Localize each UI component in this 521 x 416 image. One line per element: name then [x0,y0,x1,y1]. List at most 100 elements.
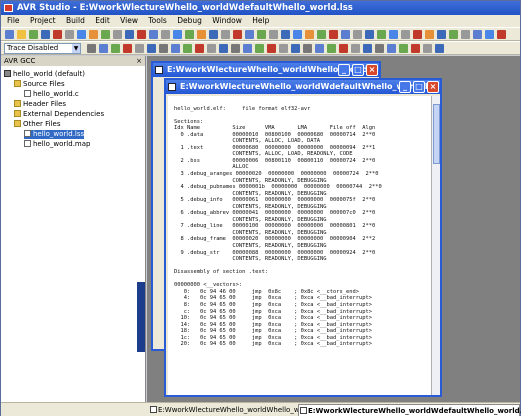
tree-item[interactable]: hello_world.c [24,90,79,99]
close-icon[interactable]: × [136,56,142,66]
debug-toolbar-icon[interactable] [291,44,300,53]
menu-build[interactable]: Build [62,15,89,27]
toolbar-icon[interactable] [413,30,422,39]
tab-hello-world-lss[interactable]: E:WworkWlectureWhello_worldWdefaultWhell… [298,404,521,416]
debug-toolbar-icon[interactable] [279,44,288,53]
menu-edit[interactable]: Edit [91,15,114,27]
debug-toolbar-icon[interactable] [171,44,180,53]
toolbar-icon[interactable] [461,30,470,39]
toolbar-icon[interactable] [233,30,242,39]
tree-item[interactable]: Source Files [14,80,65,89]
toolbar-icon[interactable] [365,30,374,39]
debug-toolbar-icon[interactable] [135,44,144,53]
close-button[interactable]: × [427,81,439,93]
debug-toolbar-icon[interactable] [363,44,372,53]
lss-text-area[interactable]: hello_world.elf: file format elf32-avr Se… [168,96,432,395]
debug-toolbar-icon[interactable] [423,44,432,53]
toolbar-icon[interactable] [425,30,434,39]
toolbar-icon[interactable] [29,30,38,39]
toolbar-icon[interactable] [17,30,26,39]
tree-item[interactable]: Other Files [14,120,60,129]
toolbar-icon[interactable] [317,30,326,39]
debug-toolbar-icon[interactable] [99,44,108,53]
debug-toolbar-icon[interactable] [219,44,228,53]
toolbar-icon[interactable] [485,30,494,39]
toolbar-icon[interactable] [341,30,350,39]
toolbar-icon[interactable] [245,30,254,39]
toolbar-icon[interactable] [185,30,194,39]
debug-toolbar-icon[interactable] [435,44,444,53]
toolbar-icon[interactable] [329,30,338,39]
toolbar-icon[interactable] [437,30,446,39]
debug-toolbar-icon[interactable] [399,44,408,53]
toolbar-icon[interactable] [113,30,122,39]
debug-toolbar-icon[interactable] [231,44,240,53]
minimize-button[interactable]: _ [338,64,350,76]
maximize-button[interactable]: □ [413,81,425,93]
toolbar-icon[interactable] [449,30,458,39]
debug-toolbar-icon[interactable] [351,44,360,53]
toolbar-icon[interactable] [281,30,290,39]
toolbar-icon[interactable] [101,30,110,39]
toolbar-icon[interactable] [41,30,50,39]
toolbar-icon[interactable] [65,30,74,39]
lss-window-titlebar[interactable]: E:WworkWlectureWhello_worldWdefaultWhell… [166,80,440,94]
toolbar-icon[interactable] [305,30,314,39]
menu-file[interactable]: File [3,15,24,27]
toolbar-icon[interactable] [221,30,230,39]
debug-toolbar-icon[interactable] [375,44,384,53]
toolbar-icon[interactable] [353,30,362,39]
chevron-down-icon[interactable]: ▼ [72,44,80,53]
menu-debug[interactable]: Debug [173,15,206,27]
source-window-titlebar[interactable]: E:WworkWlectureWhello_worldWhello_world.… [153,63,379,77]
tree-item[interactable]: hello_world (default) [4,70,85,79]
vertical-scrollbar[interactable] [431,96,440,395]
debug-toolbar-icon[interactable] [387,44,396,53]
menu-help[interactable]: Help [248,15,273,27]
debug-toolbar-icon[interactable] [147,44,156,53]
close-button[interactable]: × [366,64,378,76]
debug-toolbar-icon[interactable] [339,44,348,53]
tree-item[interactable]: External Dependencies [14,110,104,119]
toolbar-icon[interactable] [269,30,278,39]
debug-toolbar-icon[interactable] [243,44,252,53]
toolbar-icon[interactable] [389,30,398,39]
toolbar-icon[interactable] [5,30,14,39]
toolbar-icon[interactable] [209,30,218,39]
toolbar-icon[interactable] [137,30,146,39]
debug-toolbar-icon[interactable] [327,44,336,53]
toolbar-icon[interactable] [497,30,506,39]
toolbar-icon[interactable] [77,30,86,39]
debug-toolbar-icon[interactable] [159,44,168,53]
tree-item[interactable]: hello_world.lss [24,130,85,139]
toolbar-icon[interactable] [473,30,482,39]
toolbar-icon[interactable] [401,30,410,39]
scrollbar-thumb[interactable] [433,104,440,164]
debug-toolbar-icon[interactable] [411,44,420,53]
menu-window[interactable]: Window [208,15,246,27]
debug-toolbar-icon[interactable] [195,44,204,53]
maximize-button[interactable]: □ [352,64,364,76]
trace-select[interactable]: Trace Disabled ▼ [4,43,81,54]
menu-view[interactable]: View [116,15,142,27]
toolbar-icon[interactable] [161,30,170,39]
debug-toolbar-icon[interactable] [111,44,120,53]
toolbar-icon[interactable] [125,30,134,39]
toolbar-icon[interactable] [293,30,302,39]
tree-item[interactable]: hello_world.map [24,140,90,149]
toolbar-icon[interactable] [53,30,62,39]
debug-toolbar-icon[interactable] [183,44,192,53]
debug-toolbar-icon[interactable] [207,44,216,53]
debug-toolbar-icon[interactable] [315,44,324,53]
toolbar-icon[interactable] [257,30,266,39]
lss-window[interactable]: E:WworkWlectureWhello_worldWdefaultWhell… [164,78,442,397]
toolbar-icon[interactable] [197,30,206,39]
toolbar-icon[interactable] [89,30,98,39]
tree-item[interactable]: Header Files [14,100,66,109]
debug-toolbar-icon[interactable] [123,44,132,53]
toolbar-icon[interactable] [173,30,182,39]
toolbar-icon[interactable] [377,30,386,39]
debug-toolbar-icon[interactable] [255,44,264,53]
minimize-button[interactable]: _ [399,81,411,93]
panel-scrollbar[interactable] [137,282,145,352]
